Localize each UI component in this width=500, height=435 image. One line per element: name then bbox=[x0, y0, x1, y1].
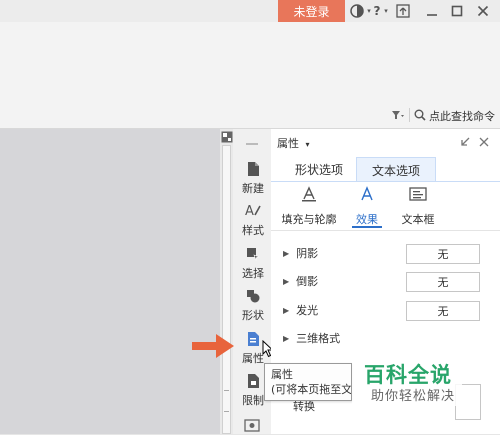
ribbon bbox=[0, 22, 500, 100]
skin-icon[interactable] bbox=[348, 3, 366, 19]
rail-item-label: 限制 bbox=[242, 394, 264, 407]
subtab-label: 填充与轮廓 bbox=[281, 213, 337, 226]
shape-icon bbox=[246, 287, 260, 305]
command-search-input[interactable]: 点此查找命令 bbox=[429, 108, 495, 124]
pane-title-dropdown-icon: ▾ bbox=[305, 140, 310, 149]
tab-divider bbox=[271, 181, 500, 182]
rail-handle bbox=[246, 143, 258, 145]
prop-label: 发光 bbox=[296, 304, 319, 317]
tooltip: 属性 (可将本页拖至文本 bbox=[264, 363, 352, 401]
rail-item-label: 选择 bbox=[242, 267, 264, 280]
svg-text:A: A bbox=[245, 204, 254, 219]
maximize-icon[interactable] bbox=[449, 3, 465, 19]
text-effect-icon bbox=[359, 186, 375, 205]
pane-title[interactable]: 属性 ▾ bbox=[277, 135, 310, 151]
textbox-icon bbox=[409, 186, 427, 205]
rail-item-select[interactable]: 选择 bbox=[235, 245, 271, 281]
help-dropdown-icon[interactable]: ▾ bbox=[382, 3, 390, 19]
close-icon[interactable] bbox=[475, 3, 491, 19]
rail-item-shape[interactable]: 形状 bbox=[235, 287, 271, 323]
property-icon bbox=[247, 330, 260, 348]
expand-icon: ▶ bbox=[283, 276, 290, 286]
tooltip-title: 属性 bbox=[271, 368, 293, 381]
expand-icon: ▶ bbox=[283, 305, 290, 315]
pane-close-icon[interactable] bbox=[478, 136, 490, 148]
subtab-divider bbox=[271, 230, 500, 231]
dock-pane-icon[interactable] bbox=[459, 136, 471, 148]
new-doc-icon bbox=[247, 160, 260, 178]
upload-icon[interactable] bbox=[395, 3, 411, 19]
active-subtab-indicator bbox=[352, 226, 382, 228]
rail-item-label: 属性 bbox=[242, 352, 264, 365]
minimize-icon[interactable] bbox=[424, 3, 440, 19]
rail-more-icon[interactable] bbox=[244, 418, 260, 432]
text-fill-icon bbox=[301, 186, 317, 205]
glow-select[interactable]: 无 bbox=[406, 301, 480, 321]
prop-shadow[interactable]: ▶ 阴影 bbox=[283, 244, 318, 262]
expand-icon: ▶ bbox=[283, 248, 290, 258]
rail-item-style[interactable]: A 样式 bbox=[235, 202, 271, 238]
prop-reflection[interactable]: ▶ 倒影 bbox=[283, 272, 318, 290]
pane-switch-icon[interactable] bbox=[221, 131, 233, 143]
rail-item-label: 新建 bbox=[242, 182, 264, 195]
prop-3d-format[interactable]: ▶ 三维格式 bbox=[283, 329, 340, 347]
tab-shape-options[interactable]: 形状选项 bbox=[286, 157, 352, 181]
subtab-textbox[interactable]: 文本框 bbox=[386, 186, 450, 228]
prop-label: 倒影 bbox=[296, 275, 319, 288]
separator bbox=[409, 108, 410, 122]
rail-item-label: 形状 bbox=[242, 309, 264, 322]
document-canvas[interactable] bbox=[0, 129, 220, 434]
prop-label: 阴影 bbox=[296, 247, 319, 260]
shadow-select[interactable]: 无 bbox=[406, 244, 480, 264]
reflection-select[interactable]: 无 bbox=[406, 272, 480, 292]
filter-icon[interactable] bbox=[391, 109, 405, 121]
prop-glow[interactable]: ▶ 发光 bbox=[283, 301, 318, 319]
select-icon bbox=[246, 245, 260, 263]
pane-title-text: 属性 bbox=[277, 137, 299, 150]
arrow-pointer-icon bbox=[190, 331, 236, 361]
scrollbar-grip[interactable] bbox=[224, 390, 229, 412]
subtab-label: 效果 bbox=[356, 213, 378, 226]
tab-text-options[interactable]: 文本选项 bbox=[356, 157, 436, 182]
prop-label: 三维格式 bbox=[296, 332, 341, 345]
style-icon: A bbox=[244, 202, 262, 220]
restrict-icon bbox=[247, 372, 260, 390]
subtab-label: 文本框 bbox=[401, 213, 435, 226]
rail-item-label: 样式 bbox=[242, 224, 264, 237]
watermark-subtitle: 助你轻松解决 bbox=[371, 389, 456, 404]
search-icon[interactable] bbox=[414, 109, 426, 121]
tooltip-description: (可将本页拖至文本 bbox=[271, 383, 352, 396]
expand-icon: ▶ bbox=[283, 333, 290, 343]
subtab-fill-outline[interactable]: 填充与轮廓 bbox=[275, 186, 343, 228]
login-button[interactable]: 未登录 bbox=[278, 0, 345, 22]
rail-item-new[interactable]: 新建 bbox=[235, 160, 271, 196]
